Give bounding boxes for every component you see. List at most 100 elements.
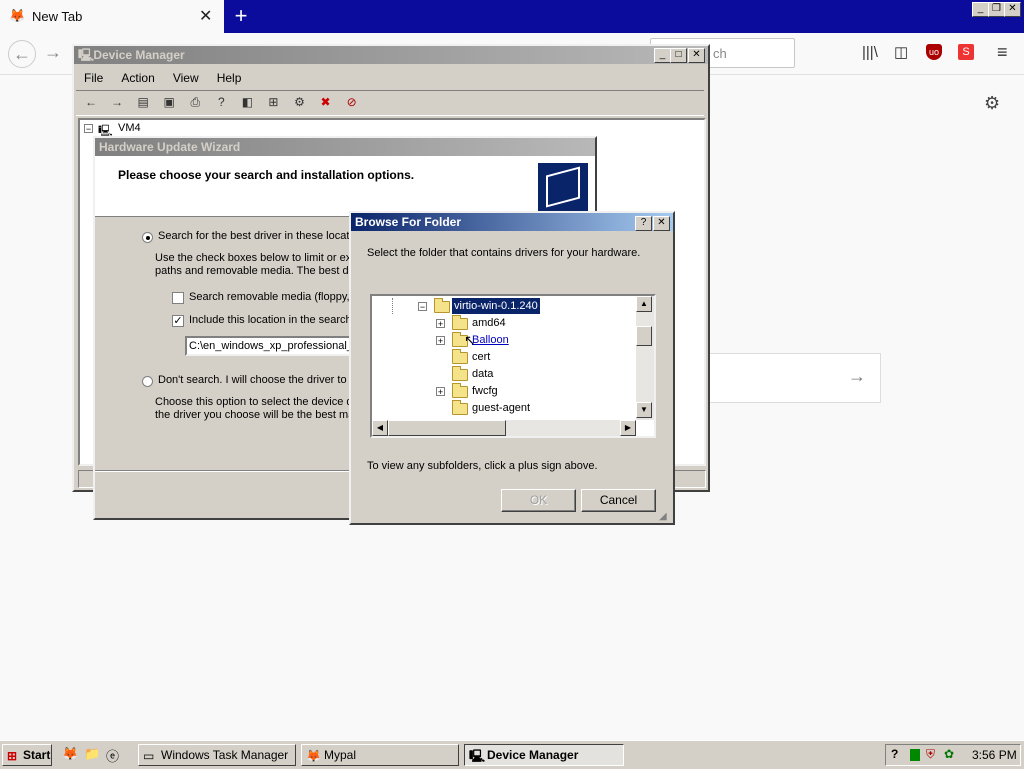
scroll-thumb-h[interactable] — [388, 420, 506, 436]
path-input[interactable]: C:\en_windows_xp_professional_ — [185, 336, 355, 356]
uninstall-icon[interactable]: ✖ — [317, 95, 335, 111]
newtab-search-box[interactable]: → — [706, 353, 881, 403]
tree-item[interactable]: + fwcfg — [372, 383, 636, 399]
tree-item[interactable]: guest-agent — [372, 400, 636, 416]
window-title: Device Manager — [93, 48, 185, 62]
close-icon[interactable]: ✕ — [199, 6, 212, 26]
clock[interactable]: 3:56 PM — [972, 748, 1017, 762]
wizard-title: Hardware Update Wizard — [99, 140, 241, 154]
scroll-down-icon[interactable]: ▼ — [636, 402, 652, 418]
scroll-left-icon[interactable]: ◀ — [372, 420, 388, 436]
scroll-right-icon[interactable]: ▶ — [620, 420, 636, 436]
ok-button[interactable]: OK — [501, 489, 576, 512]
view-icon[interactable]: ◧ — [238, 95, 256, 111]
minimize-icon[interactable]: _ — [654, 48, 671, 63]
vertical-scrollbar[interactable]: ▲ ▼ — [636, 296, 654, 420]
start-button[interactable]: ⊞ Start — [2, 744, 52, 766]
checkbox-include-location[interactable]: ✓ — [172, 315, 184, 327]
expand-icon[interactable]: + — [436, 319, 445, 329]
network-tray-icon[interactable] — [910, 749, 920, 761]
wizard-titlebar: Hardware Update Wizard — [95, 138, 595, 156]
tree-item[interactable]: + amd64 — [372, 315, 636, 331]
back-icon[interactable]: ← — [82, 95, 100, 111]
gear-icon[interactable]: ⚙ — [984, 93, 1000, 114]
folder-icon — [452, 315, 468, 330]
hardware-tray-icon[interactable]: ✿ — [944, 747, 954, 761]
menu-icon[interactable]: ≡ — [997, 42, 1008, 63]
folder-icon — [452, 383, 468, 398]
tab-title: New Tab — [32, 9, 83, 24]
task-windows-task-manager[interactable]: ▭ Windows Task Manager — [138, 744, 296, 766]
help-icon[interactable]: ? — [212, 95, 230, 111]
restore-icon[interactable]: ❐ — [988, 2, 1005, 17]
horizontal-scrollbar[interactable]: ◀ ▶ — [372, 420, 636, 436]
maximize-icon[interactable]: □ — [670, 48, 687, 63]
folder-tree[interactable]: − virtio-win-0.1.240 + amd64 + Balloon c… — [370, 294, 656, 438]
mouse-cursor-icon: ↖ — [464, 332, 476, 348]
help-tray-icon[interactable]: ? — [891, 747, 898, 761]
close-icon[interactable]: ✕ — [688, 48, 705, 63]
scroll-thumb[interactable] — [636, 326, 652, 346]
show-hide-tree-icon[interactable]: ▤ — [134, 95, 152, 111]
folder-quicklaunch-icon[interactable]: 📁 — [84, 746, 100, 762]
checkbox-removable-label: Search removable media (floppy, C — [189, 291, 361, 303]
task-mypal[interactable]: 🦊 Mypal — [301, 744, 459, 766]
minimize-icon[interactable]: _ — [972, 2, 989, 17]
addon-icon[interactable]: S — [958, 44, 974, 60]
tree-item-label: cert — [472, 351, 491, 363]
sidebar-icon[interactable]: ◫ — [894, 43, 908, 61]
ublock-icon[interactable]: uo — [926, 44, 942, 60]
option-dont-label: Don't search. I will choose the driver t… — [158, 374, 359, 386]
help-button[interactable]: ? — [635, 216, 652, 231]
windows-logo-icon: ⊞ — [7, 749, 18, 763]
close-button[interactable]: ✕ — [653, 216, 670, 231]
expand-icon[interactable]: + — [436, 387, 445, 397]
browser-tab[interactable]: 🦊 New Tab ✕ — [0, 0, 224, 33]
menu-file[interactable]: File — [84, 71, 103, 85]
tree-item[interactable]: cert — [372, 349, 636, 365]
arrow-right-icon[interactable]: → — [848, 366, 866, 387]
scroll-up-icon[interactable]: ▲ — [636, 296, 652, 312]
menu-view[interactable]: View — [173, 71, 199, 85]
folder-icon — [452, 349, 468, 364]
radio-dont-search[interactable] — [142, 376, 153, 387]
folder-icon — [452, 400, 468, 415]
update-driver-icon[interactable]: ⚙ — [291, 95, 309, 111]
back-icon[interactable]: ← — [8, 40, 36, 68]
print-icon[interactable]: ⎙ — [186, 95, 204, 111]
mypal-icon: 🦊 — [9, 8, 26, 23]
tree-item-label: amd64 — [472, 317, 506, 329]
tree-item[interactable]: data — [372, 366, 636, 382]
close-icon[interactable]: ✕ — [1004, 2, 1021, 17]
radio-search-best[interactable] — [142, 232, 153, 243]
properties-icon[interactable]: ▣ — [160, 95, 178, 111]
expand-icon[interactable]: + — [436, 336, 445, 346]
checkbox-include-label: Include this location in the search: — [189, 314, 355, 326]
hardware-icon — [538, 163, 588, 211]
mypal-quicklaunch-icon[interactable]: 🦊 — [62, 746, 78, 762]
collapse-icon[interactable]: − — [418, 302, 427, 312]
tree-item[interactable]: + Balloon — [372, 332, 636, 348]
cancel-button[interactable]: Cancel — [581, 489, 656, 512]
tree-root[interactable]: VM4 — [118, 122, 141, 134]
device-manager-icon: 🖳 — [78, 48, 95, 62]
library-icon[interactable]: |||\ — [862, 44, 878, 61]
folder-icon — [452, 366, 468, 381]
forward-icon[interactable]: → — [44, 42, 62, 63]
menu-action[interactable]: Action — [121, 71, 154, 85]
disable-icon[interactable]: ⊘ — [343, 95, 361, 111]
new-tab-button[interactable]: + — [229, 3, 253, 29]
resize-grip-icon[interactable]: ◢ — [659, 511, 667, 522]
menu-help[interactable]: Help — [217, 71, 242, 85]
security-tray-icon[interactable]: ⛨ — [926, 747, 935, 762]
tree-item[interactable]: − virtio-win-0.1.240 — [372, 298, 636, 314]
task-device-manager[interactable]: 🖳 Device Manager — [464, 744, 624, 766]
forward-icon[interactable]: → — [108, 95, 126, 111]
toolbar: ← → ▤ ▣ ⎙ ? ◧ ⊞ ⚙ ✖ ⊘ — [76, 90, 704, 116]
scan-hardware-icon[interactable]: ⊞ — [264, 95, 282, 111]
taskbar: ⊞ Start 🦊 📁 ⓔ ▭ Windows Task Manager 🦊 M… — [0, 740, 1024, 769]
checkbox-removable-media[interactable] — [172, 292, 184, 304]
device-manager-icon: 🖳 — [469, 749, 486, 763]
collapse-icon[interactable]: − — [84, 124, 93, 134]
ie-quicklaunch-icon[interactable]: ⓔ — [106, 746, 119, 765]
